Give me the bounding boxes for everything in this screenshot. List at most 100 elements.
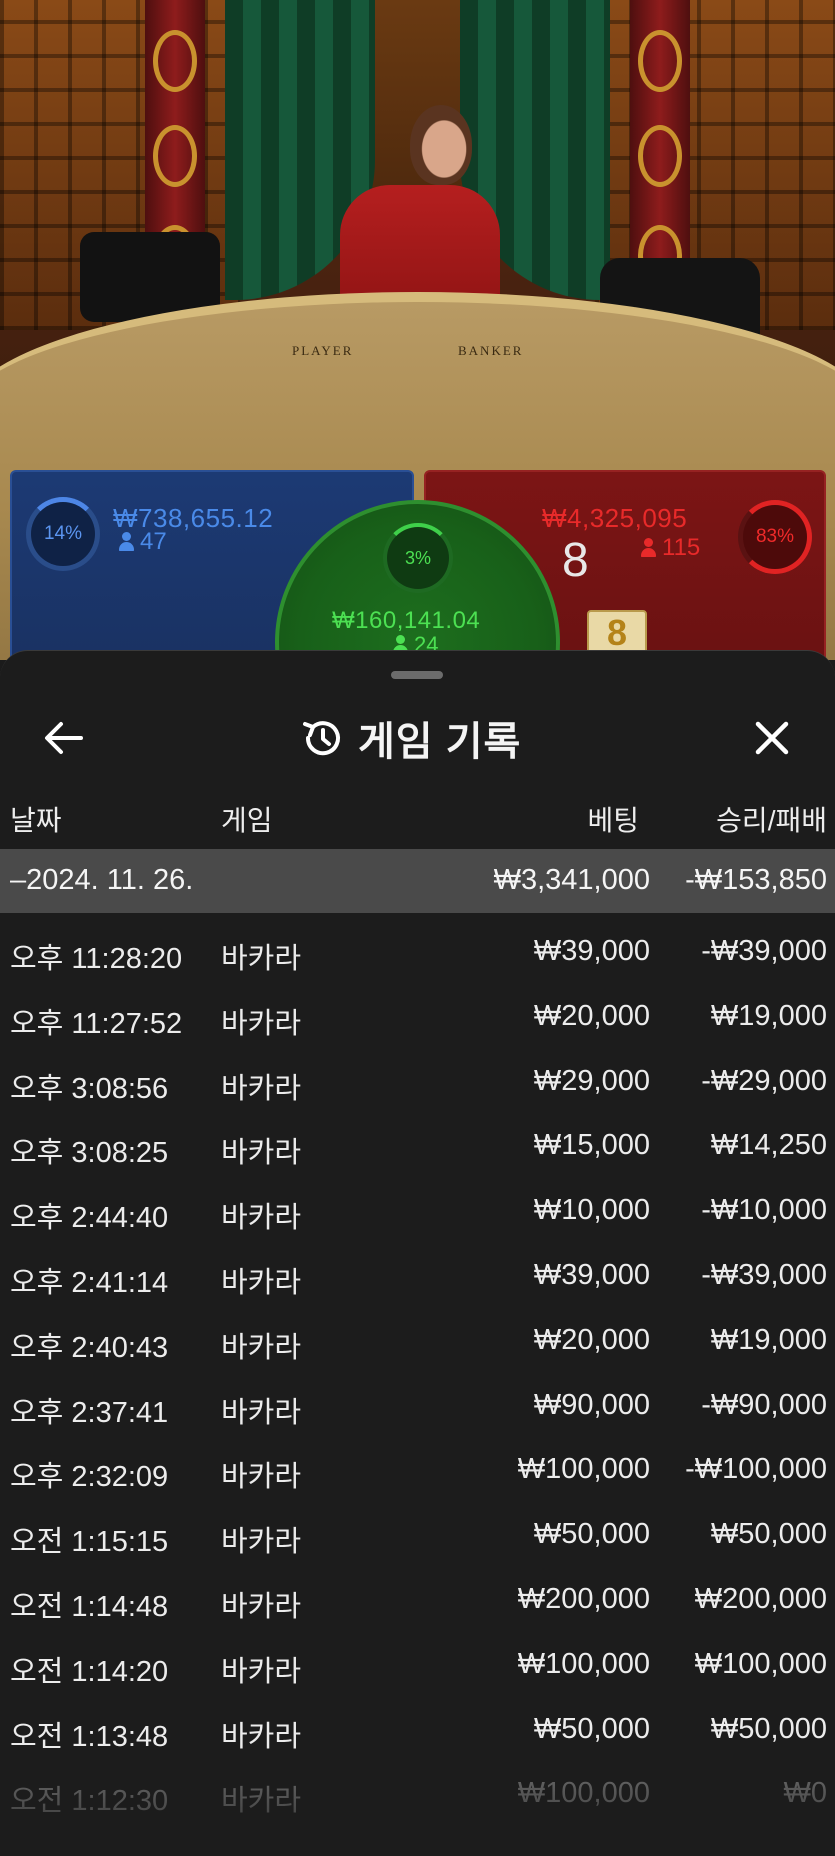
sheet-drag-handle[interactable]: [391, 671, 443, 679]
row-win-loss: ₩19,000: [710, 1323, 827, 1356]
history-row[interactable]: 오전 1:14:20 바카라 ₩100,000 ₩100,000: [0, 1634, 835, 1699]
table-label-banker: BANKER: [458, 343, 524, 358]
row-win-loss: ₩200,000: [694, 1582, 827, 1615]
history-row[interactable]: 오전 1:13:48 바카라 ₩50,000 ₩50,000: [0, 1699, 835, 1764]
row-time: 오후 3:08:56: [10, 1072, 169, 1105]
player-bettor-count: 47: [140, 528, 167, 555]
banker-amount: ₩4,325,095: [542, 503, 688, 533]
row-bet: ₩200,000: [517, 1582, 650, 1615]
history-row[interactable]: 오후 2:44:40 바카라 ₩10,000 -₩10,000: [0, 1180, 835, 1245]
row-win-loss: ₩50,000: [710, 1518, 827, 1551]
row-win-loss: ₩19,000: [710, 999, 827, 1032]
row-game: 바카라: [221, 1266, 302, 1299]
row-bet: ₩100,000: [517, 1777, 650, 1810]
sheet-header: 게임 기록: [0, 691, 835, 811]
player-bettors: 47: [118, 528, 167, 556]
row-time: 오전 1:12:30: [10, 1785, 169, 1818]
history-row[interactable]: 오후 3:08:25 바카라 ₩15,000 ₩14,250: [0, 1115, 835, 1180]
tie-percent: 3%: [404, 547, 431, 568]
banker-bettor-count: 115: [662, 534, 701, 561]
row-time: 오후 2:32:09: [10, 1461, 169, 1494]
row-win-loss: -₩100,000: [685, 1453, 827, 1486]
history-row[interactable]: 오후 2:40:43 바카라 ₩20,000 ₩19,000: [0, 1310, 835, 1375]
close-button[interactable]: [745, 711, 799, 765]
row-time: 오후 11:27:52: [10, 1007, 183, 1040]
row-bet: ₩50,000: [533, 1518, 650, 1551]
row-win-loss: -₩90,000: [701, 1388, 827, 1421]
player-percent-ring: 14%: [26, 497, 100, 571]
column-header-bet[interactable]: 베팅: [587, 799, 639, 839]
arrow-left-icon: [45, 722, 83, 754]
history-row[interactable]: 오후 3:08:56 바카라 ₩29,000 -₩29,000: [0, 1051, 835, 1116]
row-win-loss: -₩39,000: [701, 935, 827, 967]
summary-bet-total: ₩3,341,000: [493, 864, 650, 896]
row-game: 바카라: [221, 1785, 302, 1818]
row-game: 바카라: [221, 1720, 302, 1753]
row-bet: ₩50,000: [533, 1712, 650, 1745]
banker-percent-ring: 83%: [738, 500, 812, 574]
history-row[interactable]: 오후 2:41:14 바카라 ₩39,000 -₩39,000: [0, 1245, 835, 1310]
game-history-sheet: 게임 기록 날짜 게임 베팅 승리/패배 –2024. 11. 26. ₩3,3…: [0, 650, 835, 1856]
row-bet: ₩20,000: [533, 999, 650, 1032]
sheet-title-group: 게임 기록: [300, 710, 521, 766]
tie-amount: ₩160,141.04: [332, 607, 481, 634]
history-icon: [303, 721, 340, 756]
row-bet: ₩29,000: [533, 1064, 650, 1097]
row-win-loss: ₩0: [783, 1777, 828, 1810]
history-row[interactable]: 오후 2:32:09 바카라 ₩100,000 -₩100,000: [0, 1439, 835, 1504]
row-bet: ₩15,000: [533, 1129, 650, 1162]
table-label-player: PLAYER: [292, 343, 354, 358]
column-header-win-loss[interactable]: 승리/패배: [716, 799, 827, 839]
row-game: 바카라: [221, 1137, 302, 1170]
row-game: 바카라: [221, 1072, 302, 1105]
dealer-head: [410, 105, 472, 185]
row-time: 오전 1:15:15: [10, 1526, 169, 1559]
row-time: 오전 1:14:20: [10, 1655, 169, 1688]
row-game: 바카라: [221, 1202, 302, 1235]
row-bet: ₩100,000: [517, 1647, 650, 1680]
row-bet: ₩10,000: [533, 1194, 650, 1227]
row-bet: ₩39,000: [533, 1258, 650, 1291]
row-time: 오후 2:44:40: [10, 1202, 169, 1235]
row-bet: ₩90,000: [533, 1388, 650, 1421]
row-game: 바카라: [221, 1396, 302, 1429]
row-bet: ₩100,000: [517, 1453, 650, 1486]
row-win-loss: ₩100,000: [694, 1647, 827, 1680]
row-time: 오전 1:14:48: [10, 1590, 169, 1623]
row-win-loss: ₩14,250: [710, 1129, 827, 1162]
row-bet: ₩39,000: [533, 935, 650, 967]
close-icon: [755, 721, 789, 755]
row-win-loss: ₩50,000: [710, 1712, 827, 1745]
row-game: 바카라: [221, 943, 302, 975]
sheet-title: 게임 기록: [358, 720, 522, 764]
banker-score: 8: [562, 534, 589, 587]
column-header-game[interactable]: 게임: [221, 799, 273, 839]
history-row[interactable]: 오전 1:12:30 바카라 ₩100,000 ₩0: [0, 1763, 835, 1828]
row-time: 오후 2:41:14: [10, 1266, 169, 1299]
banker-bettors: 115: [640, 534, 700, 562]
history-row[interactable]: 오후 11:27:52 바카라 ₩20,000 ₩19,000: [0, 986, 835, 1051]
tie-percent-ring: 3%: [383, 523, 453, 593]
history-row[interactable]: 오후 11:28:20 바카라 ₩39,000 -₩39,000: [0, 921, 835, 986]
row-game: 바카라: [221, 1461, 302, 1494]
row-win-loss: -₩10,000: [701, 1194, 827, 1227]
row-game: 바카라: [221, 1590, 302, 1623]
history-row[interactable]: 오전 1:15:15 바카라 ₩50,000 ₩50,000: [0, 1504, 835, 1569]
row-win-loss: -₩29,000: [701, 1064, 827, 1097]
row-bet: ₩20,000: [533, 1323, 650, 1356]
history-list: 오후 11:28:20 바카라 ₩39,000 -₩39,000 오후 11:2…: [0, 921, 835, 1828]
history-row[interactable]: 오전 1:14:48 바카라 ₩200,000 ₩200,000: [0, 1569, 835, 1634]
player-percent: 14%: [43, 523, 83, 544]
row-game: 바카라: [221, 1331, 302, 1364]
row-win-loss: -₩39,000: [701, 1258, 827, 1291]
row-time: 오후 11:28:20: [10, 943, 183, 975]
date-group-summary-row[interactable]: –2024. 11. 26. ₩3,341,000 -₩153,850: [0, 849, 835, 913]
person-icon: [640, 538, 656, 558]
back-button[interactable]: [36, 711, 90, 765]
row-game: 바카라: [221, 1526, 302, 1559]
person-icon: [118, 532, 134, 552]
row-time: 오후 3:08:25: [10, 1137, 169, 1170]
column-header-date[interactable]: 날짜: [10, 799, 62, 839]
row-game: 바카라: [221, 1655, 302, 1688]
history-row[interactable]: 오후 2:37:41 바카라 ₩90,000 -₩90,000: [0, 1375, 835, 1440]
